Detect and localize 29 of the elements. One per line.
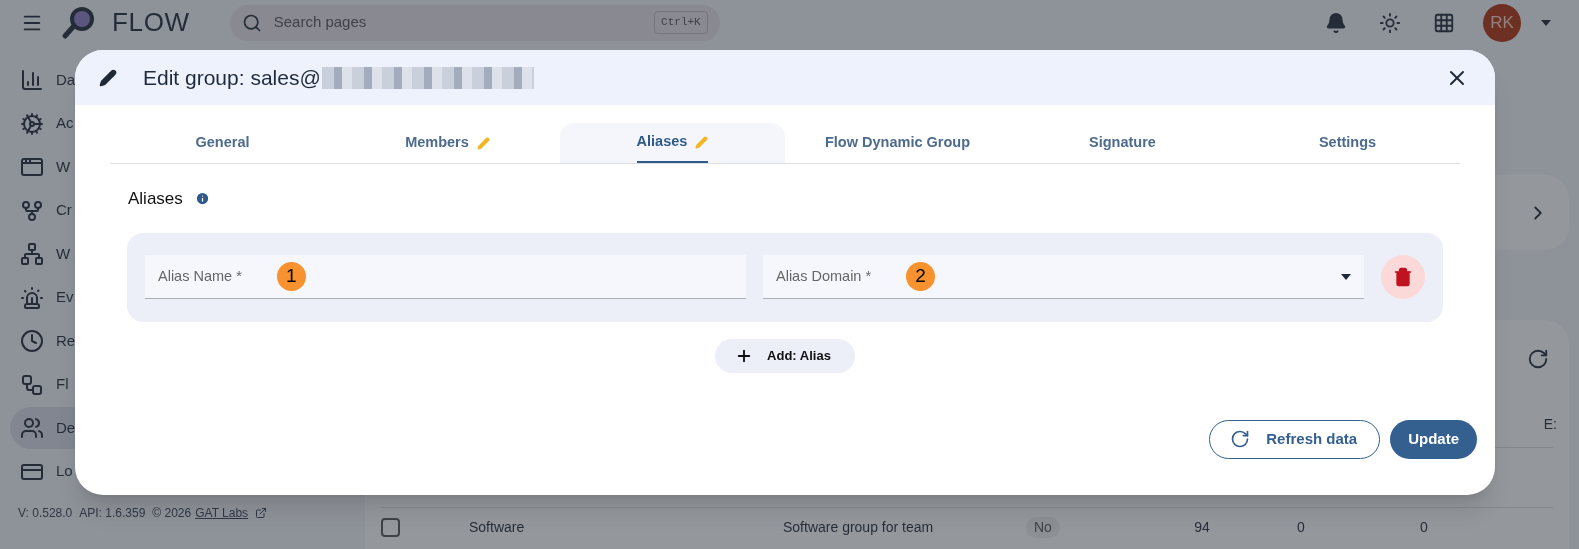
dialog-title: Edit group: sales@	[143, 64, 321, 91]
sidebar-label: Re	[56, 330, 76, 351]
sidebar-label: De	[56, 417, 76, 438]
field-placeholder: Alias Domain *	[776, 266, 872, 286]
number-marker: 1	[276, 262, 306, 291]
sidebar-label: W	[56, 243, 71, 264]
sidebar-label: Fl	[56, 374, 69, 395]
status-chip: No	[1026, 517, 1060, 538]
sidebar-label: W	[56, 156, 71, 177]
column-header: E:	[1543, 415, 1557, 434]
sidebar-label: Ac	[56, 113, 74, 134]
copyright-text: © 2026	[152, 505, 192, 522]
sidebar-label: Cr	[56, 200, 72, 221]
table-cell-text: 94	[1193, 518, 1210, 537]
sidebar-label: Ev	[56, 287, 74, 308]
field-placeholder: Alias Name *	[158, 266, 242, 286]
shortcut-hint: Ctrl+K	[654, 11, 708, 34]
table-cell-text: Software	[469, 518, 526, 537]
section-title: Aliases	[128, 188, 183, 210]
table-cell-text: Software group for team	[783, 518, 935, 537]
table-cell-text: 0	[1296, 518, 1305, 537]
app-name: FLOW	[112, 6, 190, 39]
api-version-text: API: 1.6.359	[79, 505, 146, 522]
sidebar-label: Lo	[56, 461, 73, 482]
number-marker: 2	[906, 262, 936, 291]
search-placeholder: Search pages	[273, 12, 368, 33]
table-cell-text: 0	[1419, 518, 1428, 537]
version-text: V: 0.528.0	[18, 505, 73, 522]
sidebar-label: Da	[56, 69, 76, 90]
